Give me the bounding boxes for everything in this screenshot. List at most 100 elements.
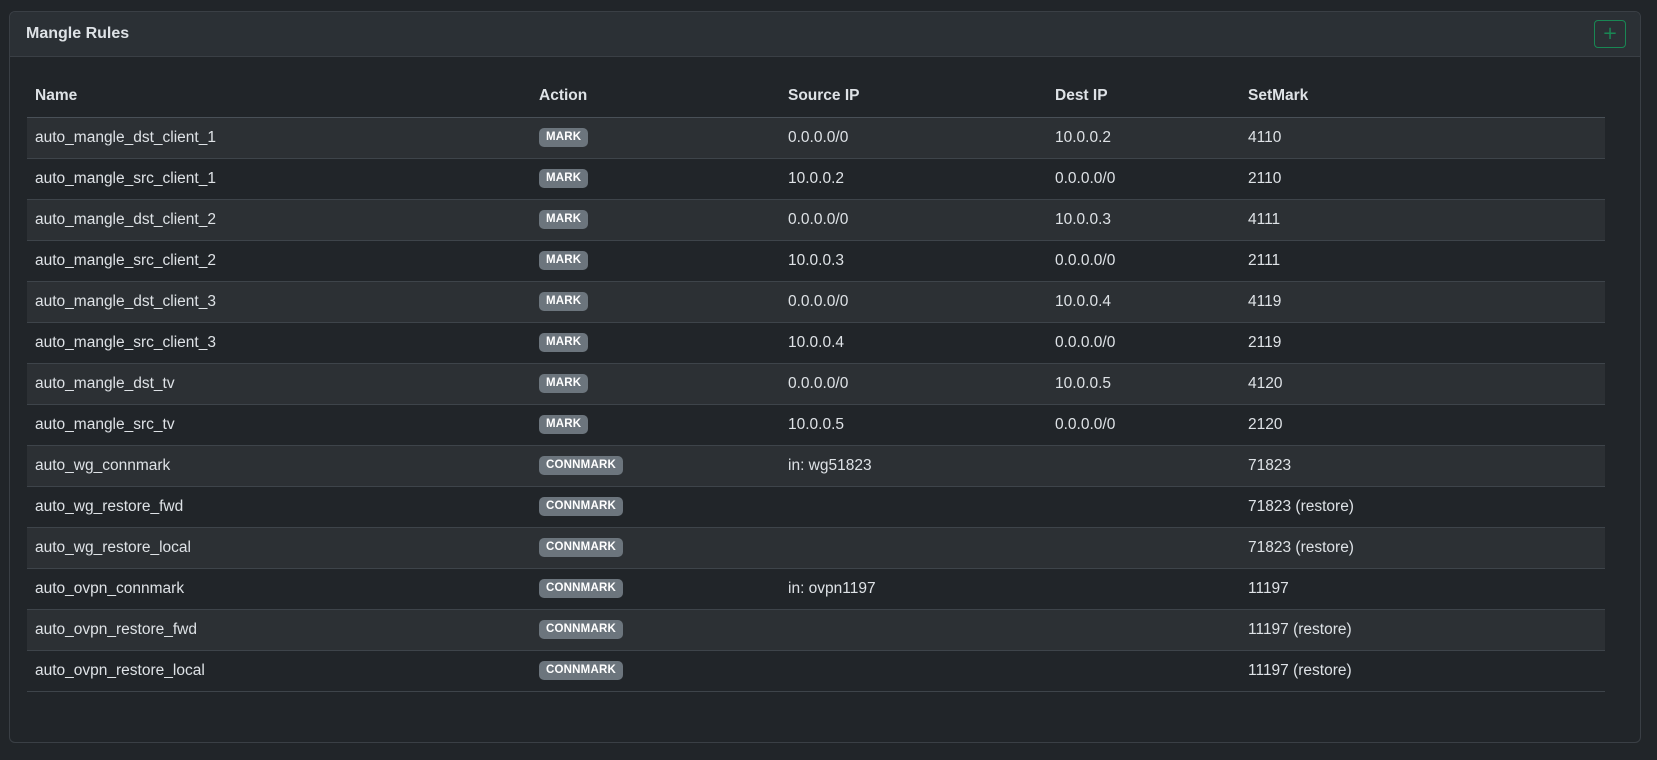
- rule-name: auto_mangle_src_tv: [27, 404, 531, 446]
- rule-name: auto_mangle_dst_client_2: [27, 199, 531, 241]
- table-row[interactable]: auto_mangle_dst_tv MARK 0.0.0.0/0 10.0.0.5 4…: [27, 363, 1605, 405]
- table-row[interactable]: auto_wg_restore_fwd CONNMARK 71823 (restor…: [27, 486, 1605, 528]
- rule-action-cell: CONNMARK: [531, 527, 780, 569]
- action-badge: MARK: [539, 210, 589, 229]
- rule-action-cell: MARK: [531, 240, 780, 282]
- rule-setmark: 11197 (restore): [1240, 609, 1605, 651]
- rule-action-cell: MARK: [531, 322, 780, 364]
- table-row[interactable]: auto_wg_restore_local CONNMARK 71823 (rest…: [27, 527, 1605, 569]
- rule-source-ip: 10.0.0.5: [780, 404, 1047, 446]
- rule-dest-ip: [1047, 486, 1240, 528]
- rule-source-ip: 0.0.0.0/0: [780, 363, 1047, 405]
- rule-source-ip: [780, 650, 1047, 692]
- rule-action-cell: CONNMARK: [531, 568, 780, 610]
- table-row[interactable]: auto_ovpn_restore_local CONNMARK 11197 (re…: [27, 650, 1605, 692]
- column-header-name: Name: [27, 76, 531, 118]
- rule-dest-ip: [1047, 568, 1240, 610]
- action-badge: CONNMARK: [539, 497, 623, 516]
- card-title: Mangle Rules: [26, 25, 130, 42]
- rule-name: auto_mangle_src_client_1: [27, 158, 531, 200]
- table-row[interactable]: auto_wg_connmark CONNMARK in: wg51823 71823: [27, 445, 1605, 487]
- rule-source-ip: 0.0.0.0/0: [780, 281, 1047, 323]
- rule-setmark: 71823 (restore): [1240, 486, 1605, 528]
- rule-action-cell: CONNMARK: [531, 445, 780, 487]
- rule-source-ip: [780, 486, 1047, 528]
- rule-name: auto_wg_restore_local: [27, 527, 531, 569]
- table-row[interactable]: auto_mangle_src_client_1 MARK 10.0.0.2 0.0.…: [27, 158, 1605, 200]
- action-badge: MARK: [539, 333, 589, 352]
- rule-setmark: 2110: [1240, 158, 1605, 200]
- rule-action-cell: MARK: [531, 117, 780, 159]
- table-row[interactable]: auto_ovpn_restore_fwd CONNMARK 11197 (rest…: [27, 609, 1605, 651]
- action-badge: CONNMARK: [539, 456, 623, 475]
- table-row[interactable]: auto_ovpn_connmark CONNMARK in: ovpn1197 11…: [27, 568, 1605, 610]
- action-badge: MARK: [539, 415, 589, 434]
- rule-source-ip: in: ovpn1197: [780, 568, 1047, 610]
- table-row[interactable]: auto_mangle_dst_client_1 MARK 0.0.0.0/0 10.…: [27, 117, 1605, 159]
- rule-setmark: 71823 (restore): [1240, 527, 1605, 569]
- action-badge: MARK: [539, 128, 589, 147]
- table-body: auto_mangle_dst_client_1 MARK 0.0.0.0/0 10.…: [27, 117, 1605, 692]
- rule-name: auto_wg_connmark: [27, 445, 531, 487]
- rule-dest-ip: 0.0.0.0/0: [1047, 404, 1240, 446]
- rule-name: auto_mangle_dst_client_3: [27, 281, 531, 323]
- rule-setmark: 4119: [1240, 281, 1605, 323]
- rule-dest-ip: 0.0.0.0/0: [1047, 158, 1240, 200]
- action-badge: MARK: [539, 292, 589, 311]
- rule-source-ip: 0.0.0.0/0: [780, 199, 1047, 241]
- add-rule-button[interactable]: +: [1594, 20, 1626, 48]
- rule-action-cell: CONNMARK: [531, 650, 780, 692]
- rule-source-ip: in: wg51823: [780, 445, 1047, 487]
- column-header-action: Action: [531, 76, 780, 118]
- rule-action-cell: MARK: [531, 199, 780, 241]
- rule-action-cell: CONNMARK: [531, 609, 780, 651]
- rule-source-ip: 0.0.0.0/0: [780, 117, 1047, 159]
- table-row[interactable]: auto_mangle_src_client_2 MARK 10.0.0.3 0.0.…: [27, 240, 1605, 282]
- column-header-dest-ip: Dest IP: [1047, 76, 1240, 118]
- table-row[interactable]: auto_mangle_src_client_3 MARK 10.0.0.4 0.0.…: [27, 322, 1605, 364]
- rule-setmark: 4120: [1240, 363, 1605, 405]
- action-badge: CONNMARK: [539, 620, 623, 639]
- rule-dest-ip: 0.0.0.0/0: [1047, 240, 1240, 282]
- rule-source-ip: [780, 609, 1047, 651]
- rule-setmark: 71823: [1240, 445, 1605, 487]
- mangle-rules-table-wrapper: Name Action Source IP Dest IP SetMark au…: [27, 76, 1605, 692]
- rule-source-ip: 10.0.0.3: [780, 240, 1047, 282]
- rule-dest-ip: 10.0.0.5: [1047, 363, 1240, 405]
- rule-setmark: 11197: [1240, 568, 1605, 610]
- rule-action-cell: MARK: [531, 404, 780, 446]
- card-header: Mangle Rules +: [10, 12, 1640, 57]
- rule-name: auto_mangle_src_client_3: [27, 322, 531, 364]
- rule-dest-ip: 10.0.0.2: [1047, 117, 1240, 159]
- rule-setmark: 2119: [1240, 322, 1605, 364]
- rule-name: auto_mangle_dst_tv: [27, 363, 531, 405]
- rule-source-ip: 10.0.0.2: [780, 158, 1047, 200]
- action-badge: MARK: [539, 374, 589, 393]
- rule-dest-ip: [1047, 609, 1240, 651]
- rule-source-ip: 10.0.0.4: [780, 322, 1047, 364]
- rule-name: auto_ovpn_restore_fwd: [27, 609, 531, 651]
- mangle-rules-table: Name Action Source IP Dest IP SetMark au…: [27, 76, 1605, 692]
- table-row[interactable]: auto_mangle_dst_client_2 MARK 0.0.0.0/0 10.…: [27, 199, 1605, 241]
- rule-source-ip: [780, 527, 1047, 569]
- rule-action-cell: MARK: [531, 281, 780, 323]
- action-badge: CONNMARK: [539, 661, 623, 680]
- rule-name: auto_ovpn_restore_local: [27, 650, 531, 692]
- rule-name: auto_mangle_src_client_2: [27, 240, 531, 282]
- rule-setmark: 2111: [1240, 240, 1605, 282]
- column-header-source-ip: Source IP: [780, 76, 1047, 118]
- rule-action-cell: CONNMARK: [531, 486, 780, 528]
- rule-dest-ip: [1047, 527, 1240, 569]
- rule-name: auto_mangle_dst_client_1: [27, 117, 531, 159]
- rule-dest-ip: [1047, 650, 1240, 692]
- rule-dest-ip: 0.0.0.0/0: [1047, 322, 1240, 364]
- table-row[interactable]: auto_mangle_src_tv MARK 10.0.0.5 0.0.0.0/0 2…: [27, 404, 1605, 446]
- rule-setmark: 4111: [1240, 199, 1605, 241]
- action-badge: MARK: [539, 169, 589, 188]
- rule-setmark: 11197 (restore): [1240, 650, 1605, 692]
- rule-dest-ip: 10.0.0.4: [1047, 281, 1240, 323]
- action-badge: CONNMARK: [539, 579, 623, 598]
- rule-dest-ip: 10.0.0.3: [1047, 199, 1240, 241]
- rule-name: auto_wg_restore_fwd: [27, 486, 531, 528]
- table-row[interactable]: auto_mangle_dst_client_3 MARK 0.0.0.0/0 10.…: [27, 281, 1605, 323]
